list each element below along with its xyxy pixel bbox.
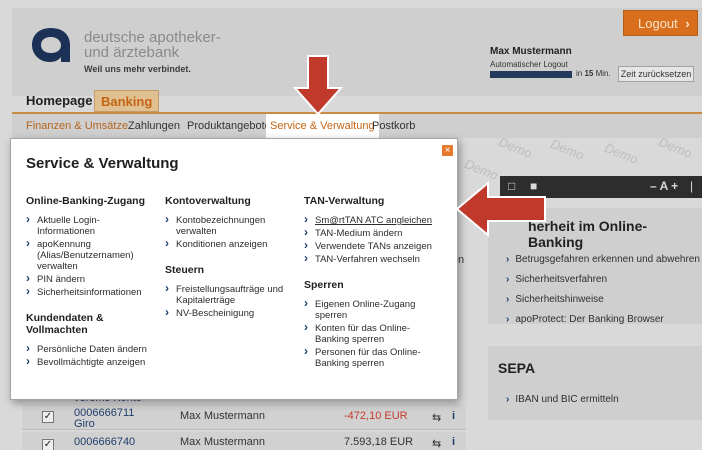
row-checkbox[interactable]: ✓ bbox=[42, 411, 54, 423]
section-heading: Steuern bbox=[165, 264, 205, 276]
section-heading: Kundendaten & Vollmachten bbox=[26, 312, 104, 336]
demo-watermark: Demo bbox=[496, 134, 535, 161]
menu-item[interactable]: Freistellungsaufträge und Kapitalerträge bbox=[165, 283, 290, 306]
menu-list: Freistellungsaufträge und Kapitalerträge… bbox=[165, 283, 290, 319]
dropdown-column-3: TAN-Verwaltung Sm@rtTAN ATC angleichen T… bbox=[304, 195, 434, 371]
section-heading: Sperren bbox=[304, 279, 344, 291]
menu-item[interactable]: PIN ändern bbox=[26, 273, 156, 285]
subnav-finanzen[interactable]: Finanzen & Umsätze bbox=[26, 120, 128, 132]
info-icon[interactable]: i bbox=[452, 410, 455, 422]
section-heading: Online-Banking-Zugang bbox=[26, 195, 145, 207]
arrow-left-icon bbox=[455, 180, 546, 238]
logout-label: Logout bbox=[638, 16, 678, 31]
user-session-box: Max Mustermann Automatischer Logout in 1… bbox=[484, 40, 698, 88]
row-checkbox[interactable]: ✓ bbox=[42, 439, 54, 450]
section-heading: TAN-Verwaltung bbox=[304, 195, 385, 207]
logo-line-2: und ärztebank bbox=[84, 44, 180, 61]
sub-navigation: Finanzen & Umsätze Zahlungen Produktange… bbox=[12, 112, 702, 138]
section-heading: Kontoverwaltung bbox=[165, 195, 251, 207]
arrow-down-icon bbox=[292, 55, 344, 116]
logo-line-1: deutsche apotheker- bbox=[84, 29, 221, 46]
account-balance: 7.593,18 EUR bbox=[344, 436, 414, 448]
menu-item[interactable]: apoKennung (Alias/Benutzernamen) verwalt… bbox=[26, 238, 156, 272]
info-icon[interactable]: i bbox=[452, 436, 455, 448]
dropdown-title: Service & Verwaltung bbox=[26, 155, 179, 172]
security-link[interactable]: Sicherheitsverfahren bbox=[506, 274, 607, 285]
account-number[interactable]: 0006666711 Giro bbox=[74, 408, 134, 430]
reset-timer-button[interactable]: Zeit zurücksetzen bbox=[618, 66, 694, 82]
security-link[interactable]: apoProtect: Der Banking Browser bbox=[506, 314, 663, 325]
subnav-service-verwaltung[interactable]: Service & Verwaltung bbox=[266, 114, 379, 138]
sepa-panel: SEPA IBAN und BIC ermitteln bbox=[488, 346, 702, 420]
close-icon[interactable]: × bbox=[442, 145, 453, 156]
subnav-postkorb[interactable]: Postkorb bbox=[372, 120, 415, 132]
account-balance: -472,10 EUR bbox=[344, 410, 408, 422]
menu-item[interactable]: Sicherheitsinformationen bbox=[26, 286, 156, 298]
demo-watermark: Demo bbox=[602, 140, 641, 167]
security-panel-title: herheit im Online-Banking bbox=[528, 218, 648, 250]
menu-item[interactable]: Bevollmächtigte anzeigen bbox=[26, 356, 156, 368]
service-dropdown-menu: × Service & Verwaltung Online-Banking-Zu… bbox=[10, 138, 458, 400]
table-row[interactable]: ✓ 0006666711 Giro Max Mustermann -472,10… bbox=[22, 404, 466, 430]
sepa-link[interactable]: IBAN und BIC ermitteln bbox=[506, 394, 618, 405]
dropdown-column-1: Online-Banking-Zugang Aktuelle Login-Inf… bbox=[26, 195, 156, 370]
chevron-right-icon: › bbox=[685, 16, 690, 31]
menu-list: Eigenen Online-Zugang sperren Konten für… bbox=[304, 298, 434, 369]
menu-list: Persönliche Daten ändern Bevollmächtigte… bbox=[26, 343, 156, 368]
menu-list: Sm@rtTAN ATC angleichen TAN-Medium änder… bbox=[304, 214, 434, 265]
logout-timer-text: in 15 Min. bbox=[576, 69, 611, 78]
demo-watermark: Demo bbox=[656, 134, 695, 161]
menu-item[interactable]: TAN-Medium ändern bbox=[304, 227, 434, 239]
account-owner: Max Mustermann bbox=[180, 410, 265, 422]
demo-watermark: Demo bbox=[462, 156, 501, 183]
transfer-icon[interactable]: ⇆ bbox=[432, 437, 441, 450]
logout-button[interactable]: Logout › bbox=[623, 10, 698, 36]
subnav-zahlungen[interactable]: Zahlungen bbox=[128, 120, 180, 132]
accounts-table: verems Konto ✓ 0006666711 Giro Max Muste… bbox=[22, 392, 466, 450]
partial-text: n bbox=[458, 254, 465, 266]
table-row[interactable]: ✓ 0006666740 Max Mustermann 7.593,18 EUR… bbox=[22, 432, 466, 450]
menu-item[interactable]: Konditionen anzeigen bbox=[165, 238, 290, 250]
slogan: Weil uns mehr verbindet. bbox=[84, 64, 191, 74]
toolbar-divider: | bbox=[690, 179, 694, 193]
subnav-produktangebote[interactable]: Produktangebote bbox=[187, 120, 271, 132]
account-number[interactable]: 0006666740 bbox=[74, 436, 135, 448]
menu-item[interactable]: Personen für das Online-Banking sperren bbox=[304, 346, 434, 369]
font-size-controls[interactable]: – A + bbox=[650, 179, 678, 193]
auto-logout-label: Automatischer Logout bbox=[490, 60, 568, 69]
menu-list: Kontobezeichnungen verwalten Konditionen… bbox=[165, 214, 290, 250]
menu-list: Aktuelle Login-Informationen apoKennung … bbox=[26, 214, 156, 298]
transfer-icon[interactable]: ⇆ bbox=[432, 411, 441, 424]
menu-item[interactable]: Persönliche Daten ändern bbox=[26, 343, 156, 355]
menu-item-smartan-atc[interactable]: Sm@rtTAN ATC angleichen bbox=[304, 214, 434, 226]
security-link[interactable]: Betrugsgefahren erkennen und abwehren bbox=[506, 254, 700, 265]
bank-logo-icon bbox=[32, 28, 70, 62]
menu-item[interactable]: Eigenen Online-Zugang sperren bbox=[304, 298, 434, 321]
menu-item[interactable]: TAN-Verfahren wechseln bbox=[304, 253, 434, 265]
menu-item[interactable]: Kontobezeichnungen verwalten bbox=[165, 214, 290, 237]
logout-timer-bar bbox=[490, 71, 572, 78]
user-name: Max Mustermann bbox=[490, 46, 572, 57]
menu-item[interactable]: NV-Bescheinigung bbox=[165, 307, 290, 319]
sepa-panel-title: SEPA bbox=[498, 360, 536, 376]
menu-item[interactable]: Verwendete TANs anzeigen bbox=[304, 240, 434, 252]
demo-watermark: Demo bbox=[548, 136, 587, 163]
security-link[interactable]: Sicherheitshinweise bbox=[506, 294, 603, 305]
tab-banking[interactable]: Banking bbox=[94, 90, 160, 112]
tab-homepage[interactable]: Homepage bbox=[20, 90, 98, 112]
menu-item[interactable]: Aktuelle Login-Informationen bbox=[26, 214, 156, 237]
account-owner: Max Mustermann bbox=[180, 436, 265, 448]
bank-name: deutsche apotheker- und ärztebank bbox=[84, 30, 221, 60]
menu-item[interactable]: Konten für das Online-Banking sperren bbox=[304, 322, 434, 345]
dropdown-column-2: Kontoverwaltung Kontobezeichnungen verwa… bbox=[165, 195, 290, 321]
